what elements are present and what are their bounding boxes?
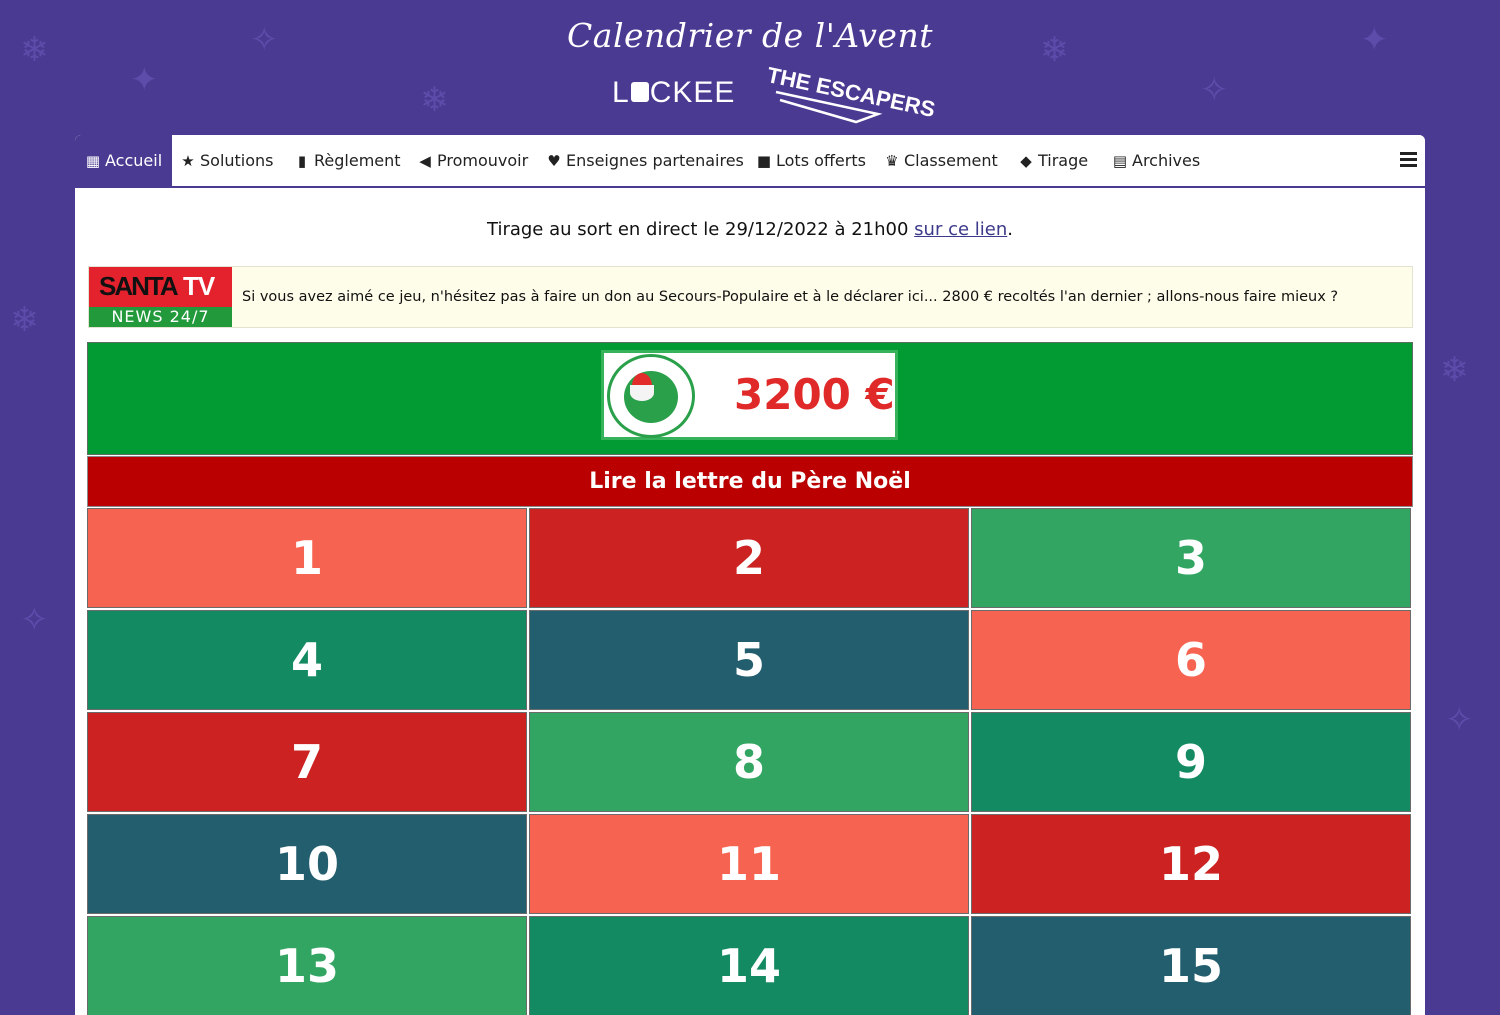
heart-icon: ♥ [547, 152, 561, 170]
nav-item-reglement[interactable]: ▮ Règlement [294, 135, 401, 186]
secours-populaire-seal [607, 354, 695, 438]
nav-label: Classement [904, 151, 998, 170]
draw-notice-text: Tirage au sort en direct le 29/12/2022 à… [487, 219, 915, 240]
donation-bar: 3200 € [87, 342, 1413, 455]
tree-icon: ✧ [1445, 700, 1474, 740]
escapers-door-icon [775, 90, 883, 124]
day-cell-5[interactable]: 5 [529, 610, 969, 710]
hamburger-icon[interactable] [1400, 152, 1417, 167]
nav-label: Lots offerts [776, 151, 866, 170]
day-cell-14[interactable]: 14 [529, 916, 969, 1015]
nav-label: Règlement [314, 151, 401, 170]
day-cell-9[interactable]: 9 [971, 712, 1411, 812]
news-banner[interactable]: SANTA TV NEWS 24/7 Si vous avez aimé ce … [88, 266, 1413, 328]
day-cell-10[interactable]: 10 [87, 814, 527, 914]
draw-link[interactable]: sur ce lien [914, 219, 1007, 240]
nav-label: Solutions [200, 151, 274, 170]
nav-item-promouvoir[interactable]: ◀ Promouvoir [417, 135, 528, 186]
day-cell-1[interactable]: 1 [87, 508, 527, 608]
nav-item-accueil[interactable]: ▦ Accueil [75, 135, 173, 186]
day-cell-12[interactable]: 12 [971, 814, 1411, 914]
day-cell-6[interactable]: 6 [971, 610, 1411, 710]
nav-label: Accueil [105, 151, 163, 170]
trophy-icon: ♛ [885, 152, 899, 170]
draw-notice: Tirage au sort en direct le 29/12/2022 à… [75, 219, 1425, 240]
day-cell-8[interactable]: 8 [529, 712, 969, 812]
santa-tv-logo-santa: SANTA [99, 271, 179, 301]
nav-item-enseignes-partenaires[interactable]: ♥ Enseignes partenaires [546, 135, 744, 186]
main-container: ▦ Accueil ★ Solutions ▮ Règlement ◀ Promouvo… [75, 135, 1425, 1015]
santa-tv-news-label: NEWS 24/7 [89, 307, 232, 327]
archive-icon: ▤ [1112, 152, 1128, 170]
nav-item-lots-offerts[interactable]: ■ Lots offerts [756, 135, 866, 186]
nav-item-archives[interactable]: ▤ Archives [1112, 135, 1200, 186]
day-cell-15[interactable]: 15 [971, 916, 1411, 1015]
site-header: Calendrier de l'Avent L CKEE THE ESCAPERS [0, 0, 1500, 135]
the-escapers-logo[interactable]: THE ESCAPERS [765, 62, 937, 124]
nav-label: Promouvoir [437, 151, 529, 170]
nav-label: Tirage [1038, 151, 1089, 170]
day-cell-7[interactable]: 7 [87, 712, 527, 812]
gift-icon: ■ [756, 152, 772, 170]
santa-letter-link[interactable]: Lire la lettre du Père Noël [87, 456, 1413, 507]
day-cell-11[interactable]: 11 [529, 814, 969, 914]
donation-card[interactable]: 3200 € [601, 350, 898, 440]
nav-label: Enseignes partenaires [566, 151, 744, 170]
nav-item-solutions[interactable]: ★ Solutions [180, 135, 274, 186]
day-cell-2[interactable]: 2 [529, 508, 969, 608]
lock-icon [630, 82, 649, 103]
day-cell-3[interactable]: 3 [971, 508, 1411, 608]
bullhorn-icon: ◀ [419, 152, 431, 170]
day-cell-4[interactable]: 4 [87, 610, 527, 710]
nav-item-classement[interactable]: ♛ Classement [884, 135, 998, 186]
calendar-icon: ▦ [85, 152, 101, 170]
navbar: ▦ Accueil ★ Solutions ▮ Règlement ◀ Promouvo… [75, 135, 1425, 188]
site-title: Calendrier de l'Avent [567, 16, 933, 55]
snowflake-icon: ❄ [10, 300, 39, 340]
tree-icon: ✧ [20, 600, 49, 640]
book-icon: ▮ [297, 152, 307, 170]
santa-tv-logo: SANTA TV NEWS 24/7 [89, 267, 232, 327]
day-cell-13[interactable]: 13 [87, 916, 527, 1015]
star-icon: ★ [181, 152, 195, 170]
draw-notice-end: . [1007, 219, 1013, 240]
donation-amount: 3200 € [734, 370, 895, 419]
nav-item-tirage[interactable]: ◆ Tirage [1018, 135, 1088, 186]
santa-tv-logo-tv: TV [183, 271, 215, 301]
news-banner-text: Si vous avez aimé ce jeu, n'hésitez pas … [242, 289, 1339, 305]
snowflake-icon: ❄ [1440, 350, 1469, 390]
nav-label: Archives [1132, 151, 1201, 170]
dice-icon: ◆ [1020, 152, 1032, 170]
lockee-logo[interactable]: L CKEE [612, 76, 735, 110]
